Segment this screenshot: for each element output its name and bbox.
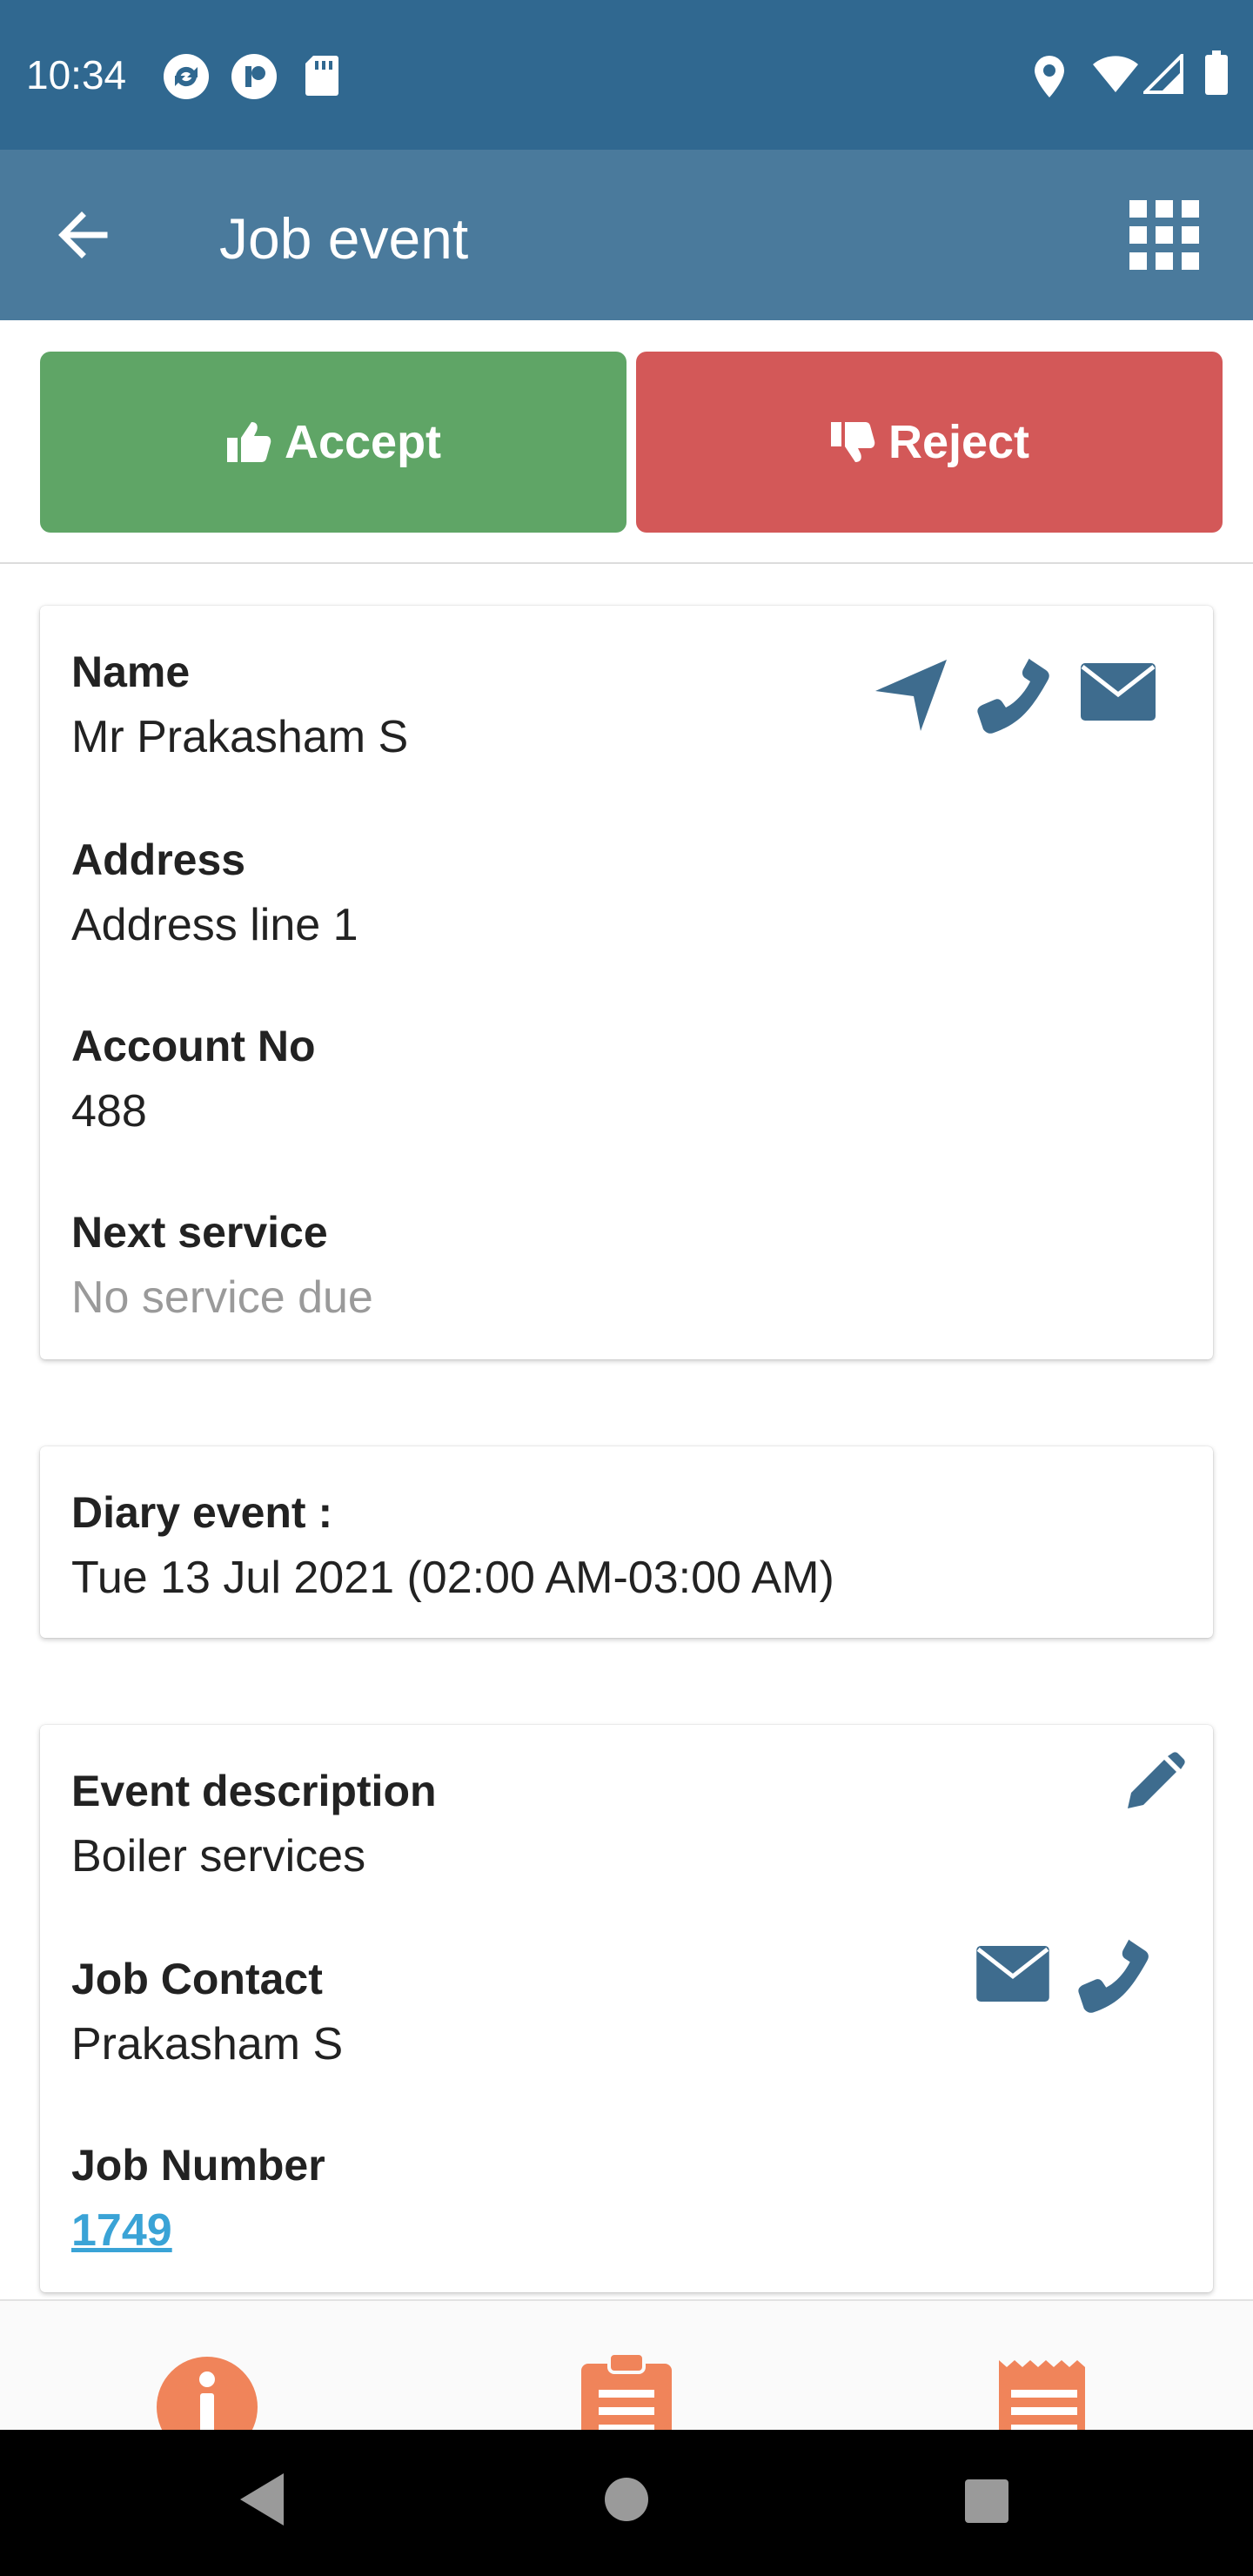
accept-label: Accept — [284, 416, 442, 468]
page-title: Job event — [219, 206, 469, 271]
reject-label: Reject — [888, 416, 1030, 468]
contact-phone-icon[interactable] — [1077, 1937, 1154, 2018]
action-row: Accept Reject — [0, 320, 1253, 564]
system-nav-bar — [0, 2430, 1253, 2576]
job-contact-value: Prakasham S — [71, 2019, 344, 2070]
battery-icon — [1204, 50, 1229, 100]
edit-icon[interactable] — [1124, 1751, 1185, 1816]
address-label: Address — [71, 835, 246, 884]
address-field: Address Address line 1 — [71, 834, 358, 954]
event-description-field: Event description Boiler services — [71, 1765, 437, 1885]
diary-card: Diary event : Tue 13 Jul 2021 (02:00 AM-… — [40, 1446, 1213, 1638]
name-field: Name Mr Prakasham S — [71, 646, 408, 766]
job-number-label: Job Number — [71, 2141, 325, 2190]
job-number-link[interactable]: 1749 — [71, 2202, 325, 2259]
status-bar: 10:34 — [0, 0, 1253, 150]
system-home-icon[interactable] — [604, 2477, 649, 2526]
wifi-icon — [1091, 54, 1140, 98]
app-bar: Job event — [0, 150, 1253, 320]
reject-button[interactable]: Reject — [636, 352, 1223, 533]
name-label: Name — [71, 647, 191, 696]
thumbs-down-icon — [830, 422, 875, 462]
account-field: Account No 488 — [71, 1020, 316, 1140]
location-icon — [1032, 54, 1067, 104]
phone-icon[interactable] — [976, 656, 1055, 739]
email-icon[interactable] — [1079, 661, 1157, 727]
next-service-value: No service due — [71, 1272, 373, 1323]
customer-card: Name Mr Prakasham S Address Address line… — [40, 606, 1213, 1359]
receipt-icon[interactable] — [997, 2360, 1091, 2430]
diary-field: Diary event : Tue 13 Jul 2021 (02:00 AM-… — [71, 1486, 834, 1607]
name-value: Mr Prakasham S — [71, 712, 409, 762]
diary-value: Tue 13 Jul 2021 (02:00 AM-03:00 AM) — [71, 1553, 834, 1603]
status-time: 10:34 — [26, 52, 127, 97]
account-label: Account No — [71, 1022, 316, 1070]
event-description-value: Boiler services — [71, 1831, 366, 1882]
account-value: 488 — [71, 1086, 147, 1137]
thumbs-up-icon — [226, 422, 271, 462]
navigate-icon[interactable] — [872, 656, 950, 739]
system-back-icon[interactable] — [237, 2472, 285, 2532]
grid-menu-icon[interactable] — [1128, 198, 1201, 272]
event-card: Event description Boiler services Job Co… — [40, 1725, 1213, 2292]
app-icon — [230, 52, 278, 105]
back-arrow-icon[interactable] — [49, 200, 118, 270]
contact-email-icon[interactable] — [975, 1944, 1051, 2008]
accept-button[interactable]: Accept — [40, 352, 626, 533]
address-value: Address line 1 — [71, 900, 358, 950]
info-icon[interactable] — [155, 2355, 259, 2430]
clipboard-icon[interactable] — [580, 2351, 673, 2430]
signal-icon — [1141, 51, 1183, 98]
next-service-label: Next service — [71, 1208, 328, 1257]
job-contact-field: Job Contact Prakasham S — [71, 1953, 343, 2073]
sd-card-icon — [305, 54, 339, 102]
bottom-nav — [0, 2299, 1253, 2430]
job-number-field: Job Number 1749 — [71, 2139, 325, 2259]
system-recents-icon[interactable] — [964, 2479, 1009, 2528]
job-contact-label: Job Contact — [71, 1955, 323, 2003]
diary-label: Diary event : — [71, 1488, 333, 1537]
next-service-field: Next service No service due — [71, 1206, 373, 1326]
sync-icon — [162, 52, 211, 105]
event-description-label: Event description — [71, 1767, 437, 1815]
